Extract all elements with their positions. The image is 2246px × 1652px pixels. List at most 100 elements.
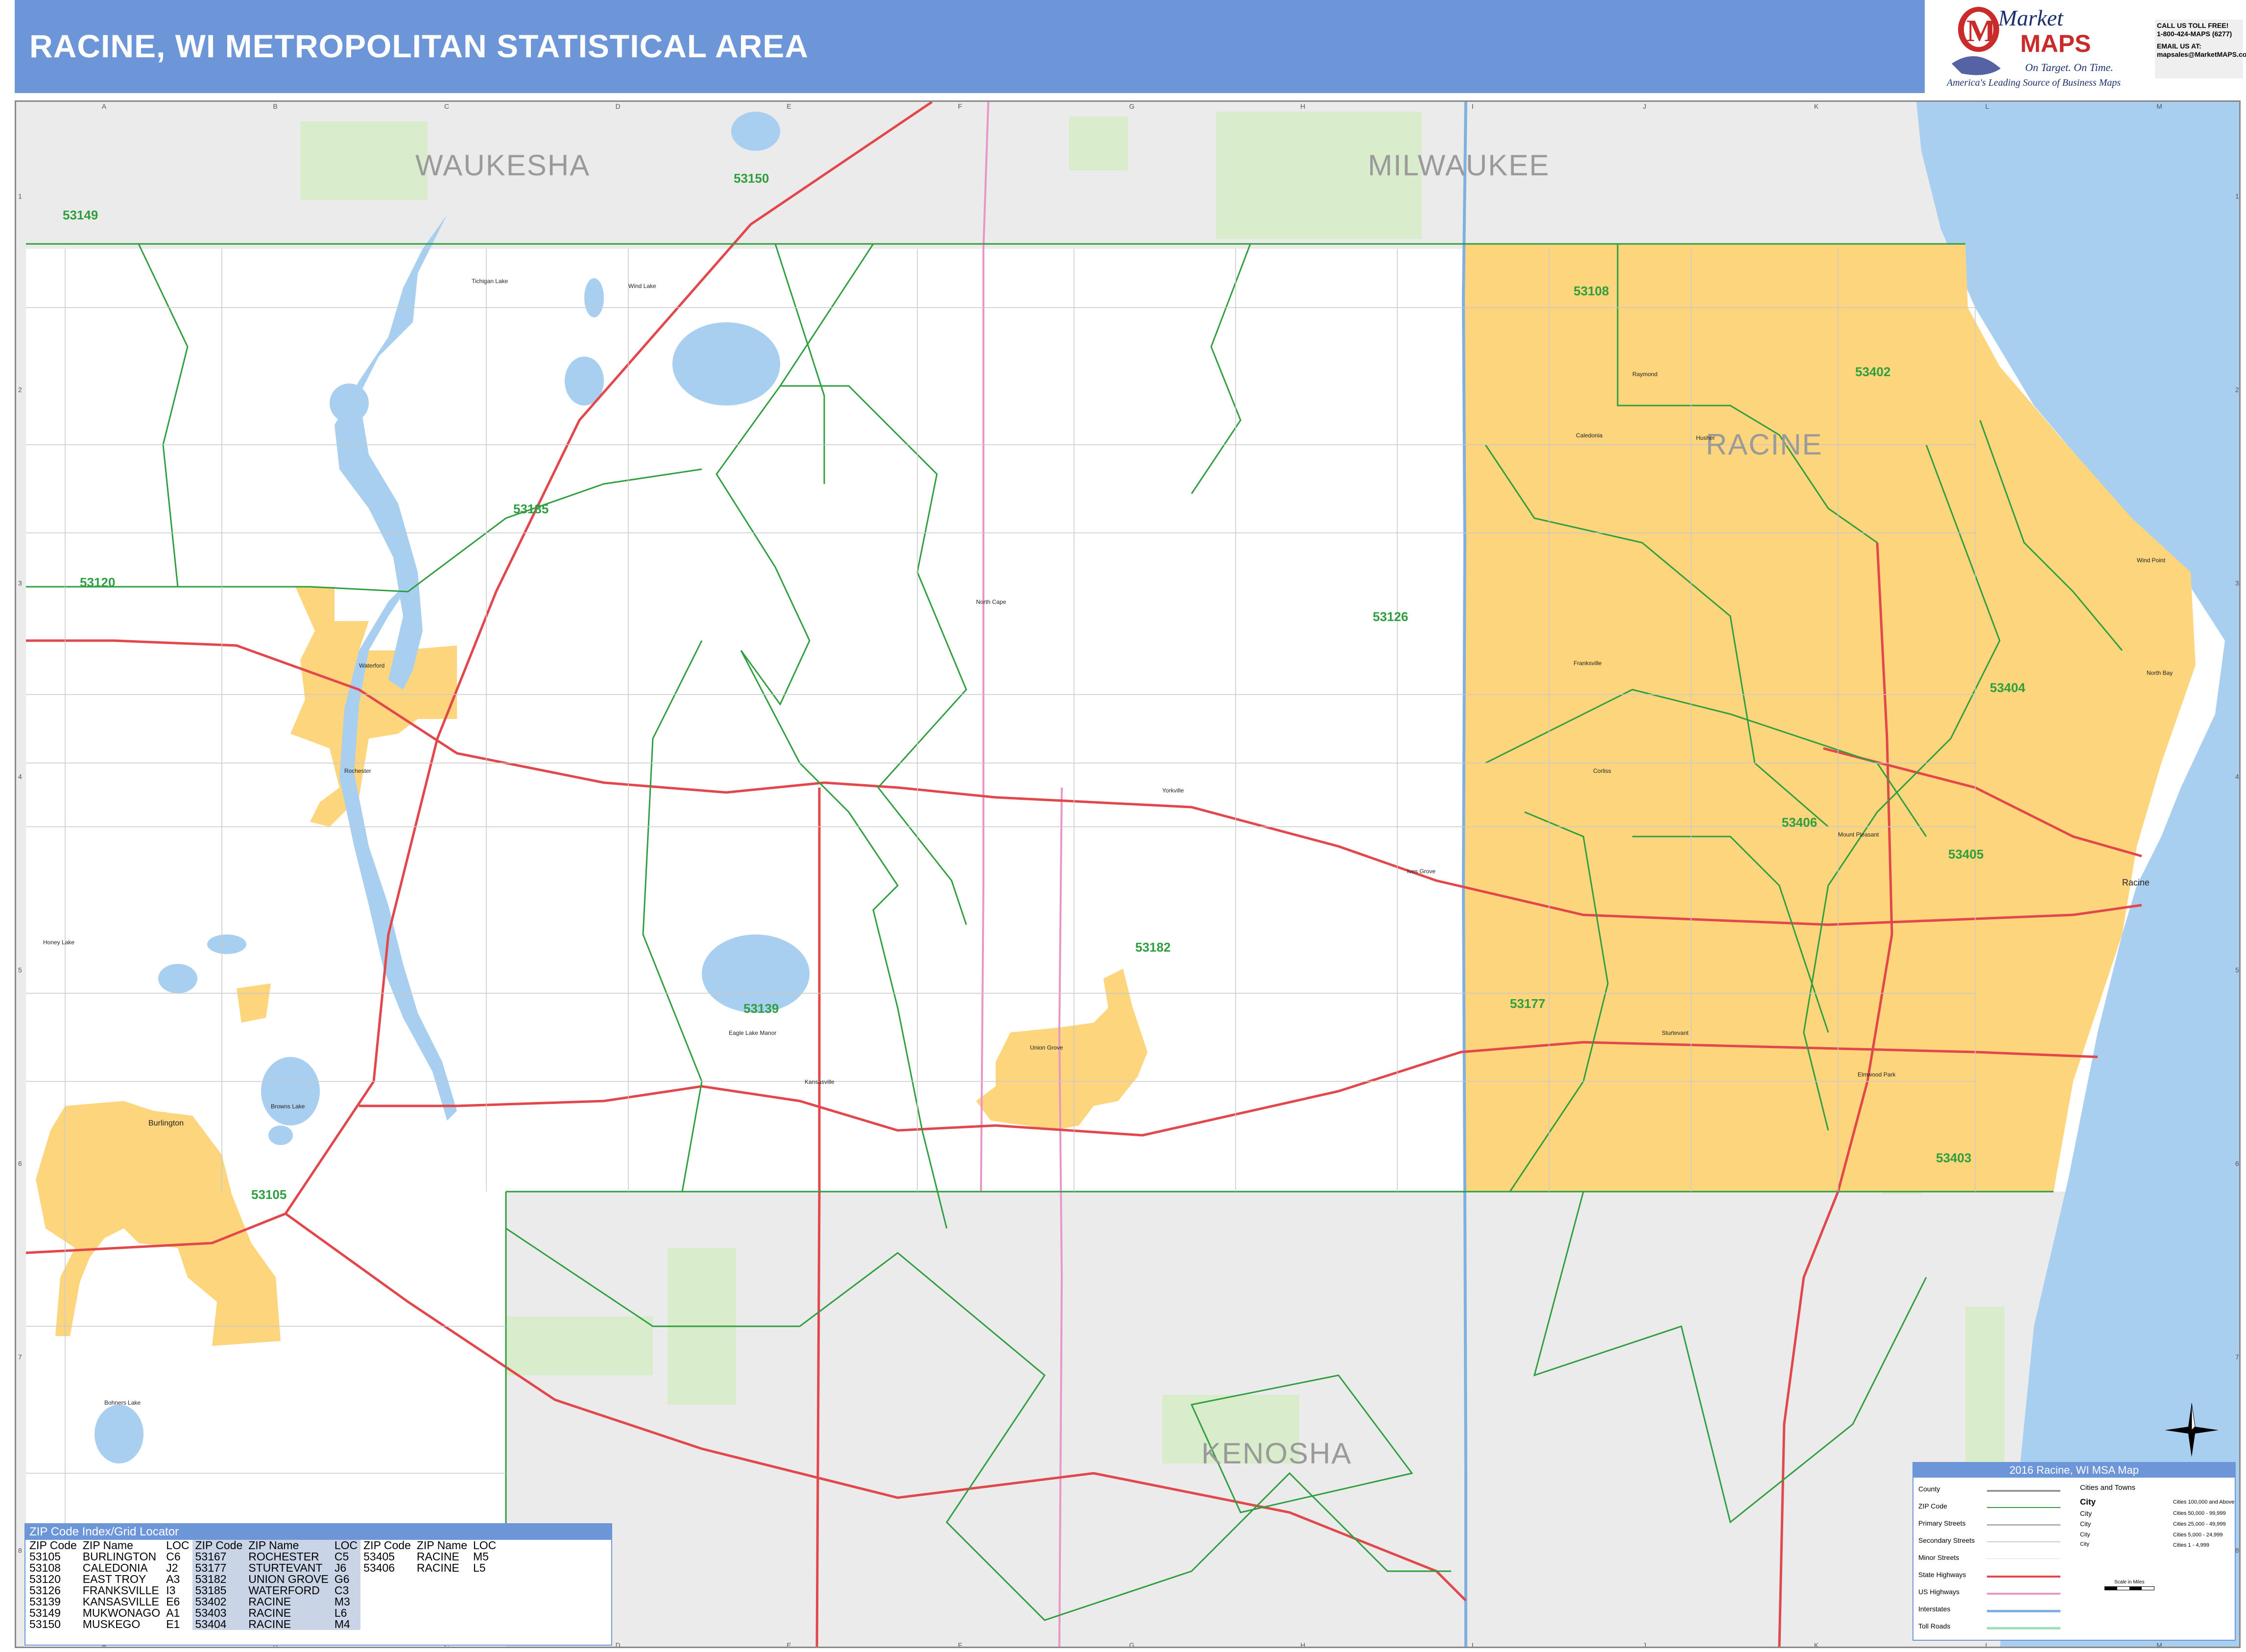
- place-label: Corliss: [1593, 767, 1611, 774]
- place-label: Kansasville: [805, 1078, 835, 1085]
- legend-scale-bar: [2104, 1586, 2154, 1590]
- zip-label: 53139: [743, 1001, 779, 1016]
- zip-index-cell: RACINE: [416, 1550, 459, 1563]
- email-line-2[interactable]: mapsales@MarketMAPS.com: [2157, 50, 2246, 59]
- legend-swatch-primary: [1987, 1524, 2060, 1526]
- legend-swatch-county: [1987, 1490, 2060, 1492]
- place-label: Rochester: [344, 767, 371, 774]
- grid-column-label: L: [1985, 102, 1989, 110]
- zip-index-cell: 53105: [29, 1550, 61, 1563]
- zip-label: 53126: [1373, 609, 1408, 624]
- zip-index-cell: L5: [473, 1561, 486, 1574]
- legend-item-state: State Highways: [1918, 1571, 1966, 1579]
- map-frame[interactable]: AABBCCDDEEFFGGHHIIJJKKLLMM11223344556677…: [15, 100, 2241, 1648]
- grid-column-label: M: [2156, 102, 2162, 110]
- grid-column-label: J: [1643, 102, 1646, 110]
- place-label: Mount Pleasant: [1838, 831, 1879, 838]
- legend-swatch-zip: [1987, 1507, 2060, 1508]
- brand-subtagline: America's Leading Source of Business Map…: [1947, 77, 2121, 88]
- zip-index-cell: 53108: [29, 1561, 61, 1574]
- zip-index-title: ZIP Code Index/Grid Locator: [25, 1524, 611, 1540]
- zip-index-cell: M3: [331, 1596, 361, 1607]
- grid-column-label: I: [1472, 102, 1474, 110]
- legend-swatch-secondary: [1987, 1541, 2060, 1542]
- zip-index-panel: ZIP Code Index/Grid Locator ZIP Code ZIP…: [24, 1523, 612, 1646]
- zip-index-cell: C3: [331, 1585, 361, 1596]
- zip-index-cell: [360, 1619, 414, 1630]
- place-label: Browns Lake: [271, 1103, 305, 1110]
- zip-index-row: 53120 EAST TROY A3 53182 UNION GROVE G6: [26, 1574, 499, 1585]
- legend-item-interstate: Interstates: [1918, 1605, 1951, 1613]
- zip-label: 53177: [1510, 996, 1545, 1011]
- county-label-racine: RACINE: [1706, 428, 1823, 461]
- legend-item-minor: Minor Streets: [1918, 1554, 1959, 1561]
- zip-index-cell: I3: [166, 1584, 176, 1597]
- grid-row-label: 6: [2235, 1160, 2239, 1168]
- legend-item-toll: Toll Roads: [1918, 1622, 1951, 1630]
- grid-column-label: K: [1814, 1641, 1819, 1648]
- zip-index-cell: 53167: [192, 1551, 246, 1562]
- legend-item-county: County: [1918, 1485, 1940, 1493]
- zip-index-cell: MUKWONAGO: [82, 1606, 161, 1619]
- place-label: Sturtevant: [1662, 1030, 1689, 1036]
- svg-text:M: M: [1966, 13, 1996, 48]
- zip-header: ZIP Name: [82, 1539, 133, 1552]
- zip-index-cell: [470, 1619, 499, 1630]
- page-title: RACINE, WI METROPOLITAN STATISTICAL AREA: [29, 28, 809, 64]
- legend-city-sample: City: [2080, 1520, 2091, 1528]
- place-label: Elmwood Park: [1858, 1071, 1896, 1078]
- grid-row-label: 3: [2235, 579, 2239, 587]
- grid-row-label: 4: [18, 773, 22, 781]
- zip-index-cell: 53402: [192, 1596, 246, 1607]
- email-line-1: EMAIL US AT:: [2157, 42, 2201, 50]
- grid-row-label: 8: [2235, 1547, 2239, 1555]
- zip-index-cell: 53406: [363, 1561, 395, 1574]
- brand-block: M Market MAPS On Target. On Time. Americ…: [1932, 0, 2246, 93]
- grid-row-label: 5: [2235, 966, 2239, 974]
- legend-title: 2016 Racine, WI MSA Map: [1913, 1463, 2235, 1478]
- zip-index-cell: STURTEVANT: [245, 1562, 332, 1574]
- map-canvas[interactable]: AABBCCDDEEFFGGHHIIJJKKLLMM11223344556677…: [16, 102, 2241, 1648]
- zip-label: 53120: [80, 575, 115, 590]
- legend-city-size: Cities 25,000 - 49,999: [2173, 1521, 2226, 1527]
- zip-index-cell: A3: [166, 1573, 180, 1585]
- zip-label: 53185: [513, 502, 549, 516]
- zip-index-cell: [470, 1574, 499, 1585]
- legend-item-primary: Primary Streets: [1918, 1519, 1966, 1527]
- legend-scale-label: Scale in Miles: [2114, 1580, 2145, 1585]
- zip-index-cell: A1: [166, 1606, 180, 1619]
- title-bar: RACINE, WI METROPOLITAN STATISTICAL AREA: [15, 0, 1925, 93]
- place-label: Franksville: [1574, 660, 1602, 667]
- zip-index-cell: 53120: [29, 1573, 61, 1585]
- place-label: Union Grove: [1030, 1044, 1063, 1051]
- legend-city-size: Cities 5,000 - 24,999: [2173, 1532, 2223, 1538]
- zip-index-cell: CALEDONIA: [82, 1561, 148, 1574]
- zip-index-cell: UNION GROVE: [245, 1574, 332, 1585]
- place-label: Honey Lake: [43, 939, 74, 946]
- legend-city-size: Cities 50,000 - 99,999: [2173, 1510, 2226, 1516]
- place-label: North Cape: [976, 599, 1006, 605]
- zip-index-cell: 53403: [192, 1607, 246, 1619]
- grid-row-label: 1: [18, 192, 22, 200]
- zip-index-cell: [414, 1596, 470, 1607]
- contact-box: CALL US TOLL FREE! 1-800-424-MAPS (6277)…: [2155, 20, 2246, 78]
- grid-column-label: J: [1643, 1641, 1646, 1648]
- zip-index-cell: E1: [166, 1618, 180, 1630]
- county-label-milwaukee: MILWAUKEE: [1368, 149, 1550, 182]
- zip-index-cell: [414, 1607, 470, 1619]
- west-county-shade: [16, 249, 26, 1647]
- zip-index-table: ZIP Code ZIP Name LOC ZIP Code ZIP Name …: [26, 1540, 499, 1630]
- county-label-waukesha: WAUKESHA: [415, 149, 590, 182]
- call-line-2: 1-800-424-MAPS (6277): [2157, 30, 2232, 38]
- zip-index-cell: M4: [331, 1619, 361, 1630]
- zip-index-cell: 53182: [192, 1574, 246, 1585]
- legend-item-zip: ZIP Code: [1918, 1502, 1947, 1510]
- zip-index-cell: [414, 1574, 470, 1585]
- zip-index-cell: [470, 1585, 499, 1596]
- grid-column-label: E: [787, 1641, 791, 1648]
- zip-label: 53108: [1574, 284, 1609, 298]
- zip-index-header-row: ZIP Code ZIP Name LOC ZIP Code ZIP Name …: [26, 1540, 499, 1551]
- zip-index-cell: RACINE: [245, 1607, 332, 1619]
- grid-row-label: 8: [18, 1547, 22, 1555]
- zip-index-cell: [414, 1585, 470, 1596]
